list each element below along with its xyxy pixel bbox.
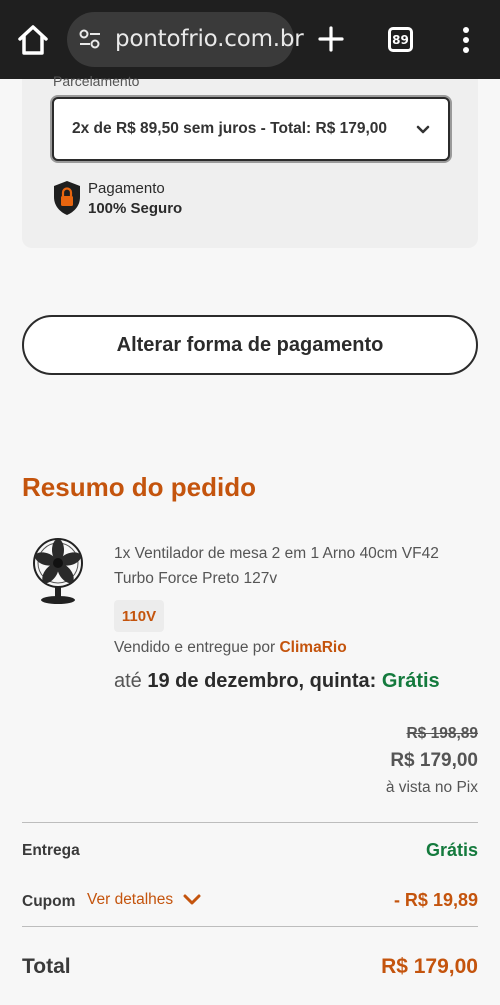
shipping-label: Entrega (22, 842, 80, 859)
divider (22, 926, 478, 927)
total-value: R$ 179,00 (381, 955, 478, 978)
installment-select[interactable]: 2x de R$ 89,50 sem juros - Total: R$ 179… (52, 97, 450, 161)
voltage-badge: 110V (114, 600, 164, 632)
total-label: Total (22, 955, 71, 978)
new-tab-icon[interactable] (316, 24, 346, 54)
delivery-prefix: até (114, 670, 142, 692)
price-payment-note: à vista no Pix (385, 779, 478, 796)
delivery-estimate: até 19 de dezembro, quinta: Grátis (114, 670, 440, 693)
shipping-value: Grátis (425, 840, 478, 860)
seller-info: Vendido e entregue por ClimaRio (114, 639, 347, 657)
original-price: R$ 198,89 (406, 725, 478, 742)
chevron-down-icon (183, 894, 201, 905)
installment-card: Parcelamento 2x de R$ 89,50 sem juros - … (22, 73, 478, 248)
order-summary-title: Resumo do pedido (22, 472, 256, 502)
tab-switcher-button[interactable]: 89 (388, 27, 413, 52)
secure-payment-line1: Pagamento (88, 180, 165, 197)
delivery-date: 19 de dezembro, quinta: (147, 670, 377, 692)
coupon-label: Cupom (22, 893, 76, 910)
installment-label: Parcelamento (53, 73, 140, 89)
site-settings-icon[interactable] (79, 29, 101, 49)
coupon-details-text: Ver detalhes (87, 891, 174, 908)
installment-selected-value: 2x de R$ 89,50 sem juros - Total: R$ 179… (72, 120, 388, 137)
secure-lock-shield-icon (54, 181, 80, 215)
coupon-discount-value: - R$ 19,89 (393, 890, 478, 910)
coupon-details-link[interactable]: Ver detalhes (87, 891, 201, 909)
secure-payment-line2: 100% Seguro (88, 200, 183, 217)
delivery-cost: Grátis (381, 670, 440, 692)
more-options-icon[interactable] (458, 26, 474, 54)
seller-prefix: Vendido e entregue por (114, 639, 276, 656)
product-name[interactable]: 1x Ventilador de mesa 2 em 1 Arno 40cm V… (114, 541, 474, 591)
change-payment-button[interactable]: Alterar forma de pagamento (22, 315, 478, 375)
seller-name[interactable]: ClimaRio (279, 639, 346, 656)
address-bar[interactable]: pontofrio.com.br (67, 12, 304, 67)
product-fan-image (33, 538, 83, 604)
divider (22, 822, 478, 823)
current-price: R$ 179,00 (390, 750, 478, 771)
home-icon[interactable] (14, 22, 52, 58)
url-text: pontofrio.com.br (115, 26, 304, 52)
chevron-down-icon (416, 125, 430, 134)
browser-toolbar: pontofrio.com.br 89 (0, 0, 500, 79)
